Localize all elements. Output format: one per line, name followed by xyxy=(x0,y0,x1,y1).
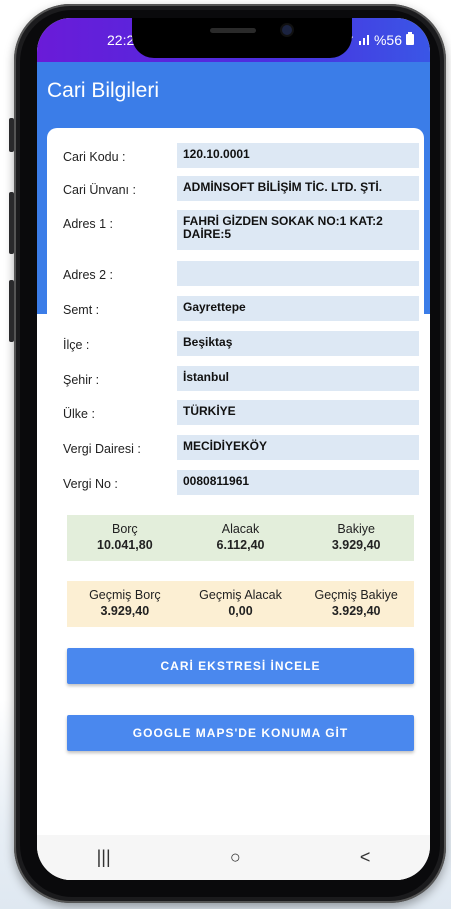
past-alacak-value: 0,00 xyxy=(228,604,253,618)
balance-summary: Borç 10.041,80 Alacak 6.112,40 Bakiye 3.… xyxy=(67,515,414,561)
borc-value: 10.041,80 xyxy=(97,538,153,552)
volume-down-button xyxy=(9,192,14,254)
field-value: MECİDİYEKÖY xyxy=(177,435,419,460)
earpiece xyxy=(210,28,256,33)
past-bakiye-value: 3.929,40 xyxy=(331,604,381,618)
volume-up-button xyxy=(9,118,14,152)
field-value: İstanbul xyxy=(177,366,419,391)
view-statement-button[interactable]: CARİ EKSTRESİ İNCELE xyxy=(67,648,414,684)
field-label: Vergi No : xyxy=(63,477,118,491)
field-label: İlçe : xyxy=(63,338,90,352)
field-value xyxy=(177,261,419,286)
field-label: Cari Ünvanı : xyxy=(63,183,136,197)
page-title: Cari Bilgileri xyxy=(47,79,160,102)
past-bakiye-label: Geçmiş Bakiye xyxy=(314,588,398,602)
front-camera xyxy=(282,25,292,35)
field-label: Şehir : xyxy=(63,373,100,387)
field-value: Beşiktaş xyxy=(177,331,419,356)
past-alacak-cell: Geçmiş Alacak 0,00 xyxy=(183,581,299,627)
app-bar: Cari Bilgileri xyxy=(37,62,430,124)
camera-notch xyxy=(132,18,352,58)
field-value: ADMİNSOFT BİLİŞİM TİC. LTD. ŞTİ. xyxy=(177,176,419,201)
app-screen: 22:2 %56 Cari Bilgileri Cari Kodu : 120.… xyxy=(37,18,430,880)
field-label: Cari Kodu : xyxy=(63,150,126,164)
past-borc-cell: Geçmiş Borç 3.929,40 xyxy=(67,581,183,627)
status-time: 22:2 xyxy=(107,32,135,48)
battery-icon xyxy=(406,32,414,48)
field-label: Semt : xyxy=(63,303,100,317)
alacak-value: 6.112,40 xyxy=(216,538,265,552)
field-value: FAHRİ GİZDEN SOKAK NO:1 KAT:2 DAİRE:5 xyxy=(177,210,419,250)
back-button[interactable]: < xyxy=(360,847,371,868)
battery-percent: %56 xyxy=(373,32,402,48)
field-label: Ülke : xyxy=(63,407,95,421)
recents-button[interactable]: ||| xyxy=(97,847,111,868)
field-value: TÜRKİYE xyxy=(177,400,419,425)
home-button[interactable]: ○ xyxy=(230,847,241,868)
signal-icon xyxy=(358,32,370,48)
borc-label: Borç xyxy=(111,522,138,536)
details-card: Cari Kodu : 120.10.0001 Cari Ünvanı : AD… xyxy=(47,128,424,880)
field-label: Adres 1 : xyxy=(63,217,114,231)
past-borc-label: Geçmiş Borç xyxy=(89,588,161,602)
bakiye-label: Bakiye xyxy=(337,522,375,536)
field-value: 0080811961 xyxy=(177,470,419,495)
google-maps-button[interactable]: GOOGLE MAPS'DE KONUMA GİT xyxy=(67,715,414,751)
borc-cell: Borç 10.041,80 xyxy=(67,515,183,561)
system-nav-bar: ||| ○ < xyxy=(37,835,430,880)
field-value: Gayrettepe xyxy=(177,296,419,321)
bakiye-cell: Bakiye 3.929,40 xyxy=(298,515,414,561)
alacak-label: Alacak xyxy=(221,522,260,536)
past-borc-value: 3.929,40 xyxy=(100,604,150,618)
side-key xyxy=(9,280,14,342)
past-bakiye-cell: Geçmiş Bakiye 3.929,40 xyxy=(298,581,414,627)
past-balance-summary: Geçmiş Borç 3.929,40 Geçmiş Alacak 0,00 … xyxy=(67,581,414,627)
field-value: 120.10.0001 xyxy=(177,143,419,168)
alacak-cell: Alacak 6.112,40 xyxy=(183,515,299,561)
status-bar: 22:2 %56 xyxy=(37,18,430,62)
past-alacak-label: Geçmiş Alacak xyxy=(199,588,282,602)
bakiye-value: 3.929,40 xyxy=(331,538,381,552)
field-label: Vergi Dairesi : xyxy=(63,442,141,456)
field-label: Adres 2 : xyxy=(63,268,114,282)
